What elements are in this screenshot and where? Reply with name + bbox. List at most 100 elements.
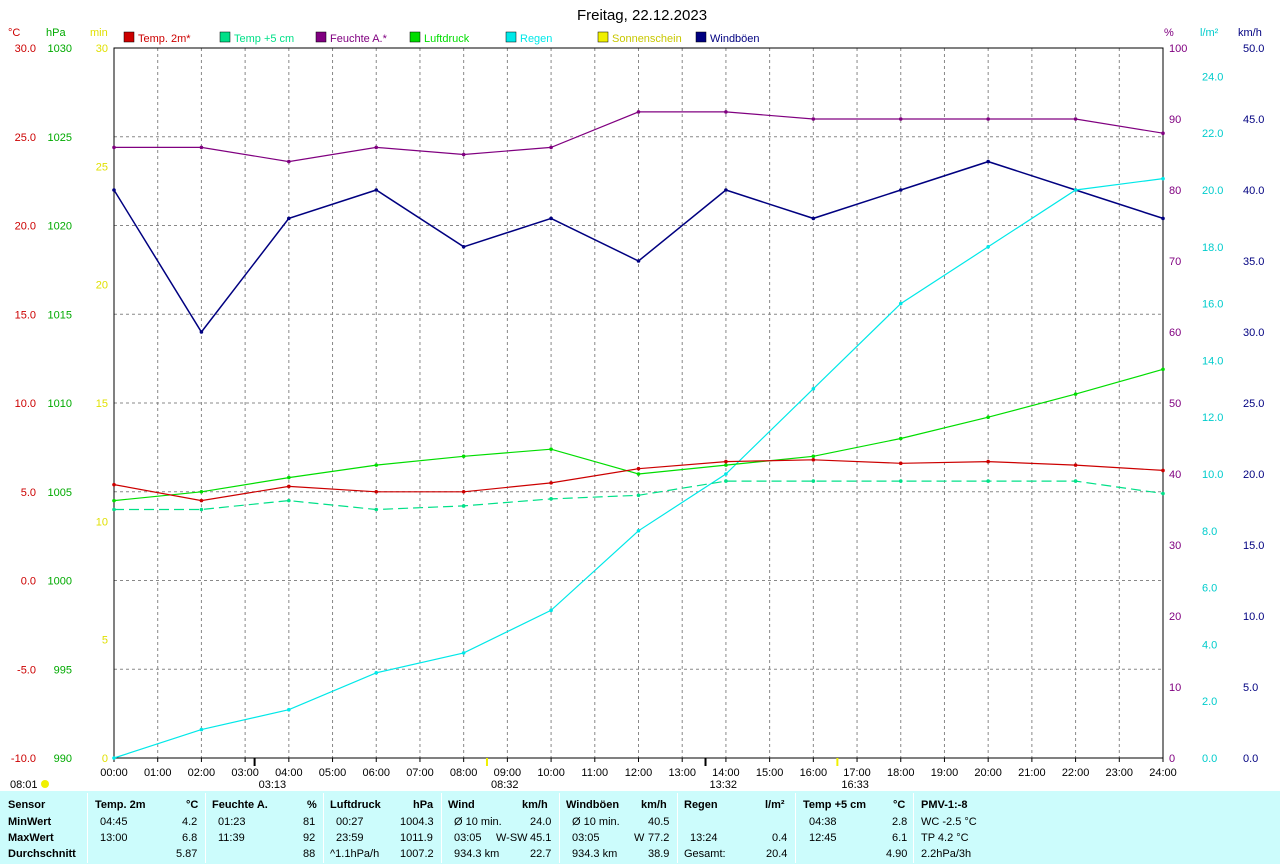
temp-tick-label: 25.0	[15, 132, 36, 144]
temp-tick-label: -10.0	[11, 753, 36, 765]
data-point	[549, 145, 553, 150]
stats-header-press: Luftdruck	[330, 799, 381, 811]
data-point	[461, 152, 466, 157]
sun-tick-label: 0	[102, 753, 108, 765]
stats-header-gust-unit: km/h	[641, 799, 667, 811]
x-tick-label: 23:00	[1106, 767, 1134, 779]
x-tick-label: 07:00	[406, 767, 434, 779]
stats-cell: 22.7	[530, 848, 552, 860]
stats-header-sensor: Sensor	[8, 799, 46, 811]
rain-tick-label: 14.0	[1202, 355, 1223, 367]
rain-tick-label: 8.0	[1202, 526, 1217, 538]
legend-swatch	[597, 31, 609, 43]
humidity-tick-label: 80	[1169, 185, 1181, 197]
x-tick-label: 14:00	[712, 767, 740, 779]
data-point	[898, 117, 903, 121]
pressure-tick-label: 1000	[48, 576, 72, 588]
data-point	[636, 110, 641, 114]
stats-cell: W-SW	[496, 832, 528, 844]
data-point	[724, 459, 728, 464]
data-point	[112, 188, 116, 192]
data-point	[287, 498, 291, 503]
temp-tick-label: 20.0	[15, 221, 36, 233]
data-point	[898, 188, 903, 192]
data-point	[461, 504, 466, 508]
data-point	[1161, 131, 1165, 135]
stats-cell: 5.87	[176, 848, 198, 860]
stats-cell: 934.3 km	[454, 848, 500, 860]
x-tick-label: 13:00	[668, 767, 696, 779]
wind-tick-label: 5.0	[1243, 682, 1258, 694]
x-tick-label: 21:00	[1018, 767, 1046, 779]
data-point	[811, 458, 816, 462]
stats-cell: 6.1	[892, 832, 908, 844]
stats-cell: Ø 10 min.	[454, 816, 502, 828]
weather-chart: Freitag, 22.12.2023 Temp. 2m* Temp +5 cm F…	[8, 7, 1264, 791]
stats-cell: 6.8	[182, 832, 198, 844]
data-point	[724, 188, 728, 192]
x-tick-label: 04:00	[275, 767, 303, 779]
temp-tick-label: 30.0	[15, 43, 36, 55]
stats-cell: 2.2hPa/3h	[921, 848, 972, 860]
legend-swatch	[695, 31, 707, 43]
data-point	[724, 110, 728, 114]
stats-cell: ^1.1hPa/h	[330, 848, 380, 860]
data-point	[1073, 479, 1078, 483]
legend-label: Temp +5 cm	[234, 33, 294, 45]
x-tick-label: 00:00	[100, 767, 128, 779]
humidity-tick-label: 90	[1169, 114, 1181, 126]
stats-cell: 12:45	[809, 832, 837, 844]
grid	[113, 47, 1164, 759]
data-point	[636, 259, 641, 263]
x-tick-label: 22:00	[1062, 767, 1090, 779]
data-point	[287, 707, 291, 712]
chart-title: Freitag, 22.12.2023	[577, 7, 707, 24]
temp-unit: °C	[8, 27, 20, 39]
stats-header-hum: Feuchte A.	[212, 799, 268, 811]
temp-tick-label: 0.0	[21, 576, 36, 588]
sun-tick-label: 5	[102, 635, 108, 647]
x-tick-label: 20:00	[974, 767, 1002, 779]
stats-header-rain-unit: l/m²	[765, 799, 785, 811]
data-point	[199, 507, 204, 512]
data-point	[199, 145, 204, 150]
data-point	[811, 387, 816, 391]
data-point	[112, 145, 116, 150]
x-tick-label: 11:00	[581, 767, 608, 779]
legend-swatch	[409, 31, 421, 43]
data-point	[986, 459, 990, 464]
stats-row-label: Durchschnitt	[8, 848, 76, 860]
stats-header-temp: Temp. 2m	[95, 799, 146, 811]
data-point	[287, 475, 291, 480]
x-tick-label: 24:00	[1149, 767, 1177, 779]
x-tick-label: 16:00	[800, 767, 828, 779]
pressure-tick-label: 990	[54, 753, 72, 765]
data-point	[636, 466, 641, 471]
data-point	[374, 489, 379, 494]
data-point	[461, 489, 466, 494]
stats-cell: 13:24	[690, 832, 718, 844]
x-tick-label: 02:00	[188, 767, 216, 779]
data-point	[1161, 176, 1165, 181]
data-point	[461, 245, 466, 249]
stats-cell: Ø 10 min.	[572, 816, 620, 828]
stats-cell: 38.9	[648, 848, 670, 860]
stats-header-hum-unit: %	[307, 799, 317, 811]
x-tick-label: 15:00	[756, 767, 784, 779]
stats-cell: 11:39	[218, 832, 245, 844]
wind-tick-label: 35.0	[1243, 256, 1264, 268]
data-point	[1073, 117, 1078, 121]
stats-cell: 01:23	[218, 816, 246, 828]
data-point	[898, 301, 903, 306]
humidity-tick-label: 0	[1169, 753, 1175, 765]
rain-tick-label: 20.0	[1202, 185, 1223, 197]
temp-tick-label: 10.0	[15, 398, 36, 410]
stats-header-temp-unit: °C	[186, 799, 199, 811]
stats-cell: 04:45	[100, 816, 128, 828]
stats-cell: 23:59	[336, 832, 364, 844]
temp-tick-label: 5.0	[21, 487, 36, 499]
data-point	[986, 159, 990, 164]
wind-tick-label: 40.0	[1243, 185, 1264, 197]
pressure-tick-label: 1005	[48, 487, 72, 499]
data-point	[811, 454, 816, 459]
